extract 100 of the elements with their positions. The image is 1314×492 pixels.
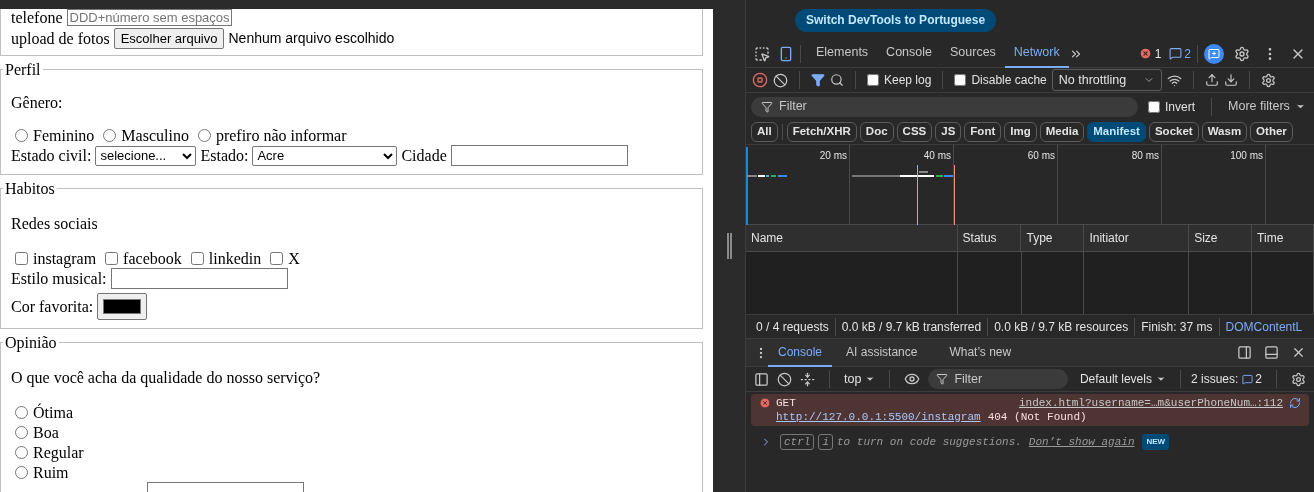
- type-filter-chip[interactable]: Fetch/XHR: [786, 122, 857, 142]
- inspect-icon[interactable]: [754, 45, 770, 62]
- dock-bottom-icon[interactable]: [1264, 345, 1279, 360]
- field-label: Estado:: [200, 146, 249, 165]
- drawer-tab[interactable]: What’s new: [939, 338, 1022, 367]
- ai-assistant-icon[interactable]: [1204, 43, 1224, 64]
- checkbox[interactable]: [270, 252, 284, 265]
- field-label: Cor favorita:: [11, 297, 94, 316]
- checkbox[interactable]: [15, 252, 28, 265]
- live-expression-icon[interactable]: [904, 371, 921, 387]
- checkbox[interactable]: [867, 74, 879, 86]
- radio-button[interactable]: [15, 406, 28, 419]
- state-select[interactable]: Acre: [252, 145, 398, 166]
- clear-console-icon[interactable]: [777, 371, 792, 387]
- type-filter-chip[interactable]: Manifest: [1087, 122, 1146, 142]
- panel-tab[interactable]: Sources: [941, 39, 1005, 68]
- field-label: Cidade: [401, 146, 447, 165]
- radio-label: Regular: [33, 443, 84, 462]
- network-conditions-icon[interactable]: [1166, 72, 1182, 88]
- summary-text: 0.0 kB / 9.7 kB transferred: [841, 318, 982, 336]
- dont-show-again-link[interactable]: Don’t show again: [1028, 434, 1135, 451]
- type-filter-chip[interactable]: Socket: [1148, 122, 1199, 142]
- checkbox[interactable]: [1148, 100, 1160, 113]
- device-toolbar-icon[interactable]: [778, 45, 794, 62]
- column-header[interactable]: Initiator: [1089, 229, 1129, 247]
- panel-tab[interactable]: Network: [1004, 39, 1069, 68]
- type-filter-chip[interactable]: Other: [1250, 122, 1293, 142]
- color-picker[interactable]: [97, 293, 148, 320]
- record-stop-icon[interactable]: [752, 72, 768, 88]
- field-label: Estilo musical:: [11, 269, 107, 288]
- type-filter-chip[interactable]: Doc: [859, 122, 894, 142]
- filter-icon: [936, 373, 949, 385]
- panel-tab[interactable]: Elements: [807, 39, 878, 68]
- city-field[interactable]: [450, 145, 628, 166]
- drawer-tab[interactable]: Console: [768, 338, 833, 367]
- sidebar-toggle-icon[interactable]: [754, 371, 769, 387]
- column-header[interactable]: Type: [1026, 229, 1053, 247]
- upload-icon[interactable]: [1204, 73, 1219, 87]
- radio-label: prefiro não informar: [215, 126, 347, 145]
- field-label: Redes sociais: [11, 214, 98, 233]
- section-legend: Habitos: [3, 179, 57, 198]
- type-filter-chip[interactable]: JS: [935, 122, 962, 142]
- checkbox-label: instagram: [33, 249, 97, 268]
- filter-field[interactable]: Filter: [751, 96, 1138, 117]
- column-header[interactable]: Name: [751, 229, 783, 247]
- request-method: GET: [776, 396, 796, 410]
- field-label: upload de fotos: [11, 29, 110, 48]
- type-filter-chip[interactable]: Img: [1004, 122, 1037, 142]
- type-filter-chip[interactable]: Font: [964, 122, 1002, 142]
- log-levels-select[interactable]: Default levels: [1079, 370, 1166, 388]
- request-url-link[interactable]: http://127.0.0.1:5500/instagram: [776, 410, 981, 424]
- dock-right-icon[interactable]: [1237, 345, 1252, 360]
- issues-badge[interactable]: 2: [1242, 370, 1262, 388]
- radio-button[interactable]: [197, 129, 211, 142]
- throttling-select[interactable]: No throttling: [1051, 69, 1162, 91]
- choose-file-button[interactable]: Escolher arquivo: [113, 28, 225, 49]
- filter-input[interactable]: Filter: [779, 97, 1079, 116]
- clear-icon[interactable]: [773, 72, 788, 88]
- filter-icon[interactable]: [811, 73, 825, 87]
- column-header[interactable]: Size: [1194, 229, 1218, 247]
- console-filter-field[interactable]: Filter: [928, 369, 1068, 389]
- music-style-field[interactable]: [110, 268, 288, 289]
- more-filters-button[interactable]: More filters: [1228, 97, 1306, 116]
- collapse-icon[interactable]: [800, 371, 815, 387]
- checkbox[interactable]: [954, 74, 967, 86]
- resize-handle[interactable]: [726, 233, 732, 259]
- settings-icon[interactable]: [1260, 72, 1276, 88]
- radio-button[interactable]: [15, 466, 28, 479]
- type-filter-chip[interactable]: All: [751, 122, 778, 142]
- radio-button[interactable]: [15, 426, 28, 439]
- drawer-tab[interactable]: AI assistance: [836, 338, 928, 367]
- context-select[interactable]: top: [844, 369, 876, 389]
- panel-tab[interactable]: Console: [877, 39, 941, 68]
- checkbox-label: linkedin: [208, 249, 262, 268]
- timeline-tick: 80 ms: [1131, 149, 1159, 163]
- source-link[interactable]: index.html?username=…m&userPhoneNum…:112: [1018, 396, 1283, 410]
- close-icon[interactable]: [1291, 345, 1306, 360]
- settings-icon[interactable]: [1234, 45, 1250, 62]
- settings-icon[interactable]: [1291, 371, 1306, 387]
- phone-field[interactable]: DDD+número sem espaços: [66, 9, 232, 26]
- issue-count[interactable]: 2: [1184, 44, 1191, 63]
- radio-button[interactable]: [15, 446, 28, 459]
- marital-status-select[interactable]: selecione...: [95, 145, 197, 166]
- console-filter-input[interactable]: Filter: [954, 369, 1055, 389]
- radio-button[interactable]: [103, 129, 117, 142]
- status-text: 404 (Not Found): [987, 410, 1087, 424]
- type-filter-chip[interactable]: Media: [1039, 122, 1085, 142]
- column-header[interactable]: Time: [1257, 229, 1284, 247]
- new-badge: NEW: [1142, 434, 1170, 451]
- radio-button[interactable]: [15, 129, 28, 142]
- error-count[interactable]: 1: [1154, 44, 1162, 63]
- type-filter-chip[interactable]: CSS: [896, 122, 933, 142]
- search-icon[interactable]: [830, 73, 844, 87]
- language-switch-button[interactable]: Switch DevTools to Portuguese: [795, 8, 997, 32]
- checkbox[interactable]: [190, 252, 204, 265]
- download-icon[interactable]: [1223, 73, 1238, 87]
- dom-content-loaded-link[interactable]: DOMContentL: [1225, 317, 1303, 336]
- type-filter-chip[interactable]: Wasm: [1201, 122, 1248, 142]
- checkbox[interactable]: [105, 252, 119, 265]
- column-header[interactable]: Status: [962, 229, 997, 247]
